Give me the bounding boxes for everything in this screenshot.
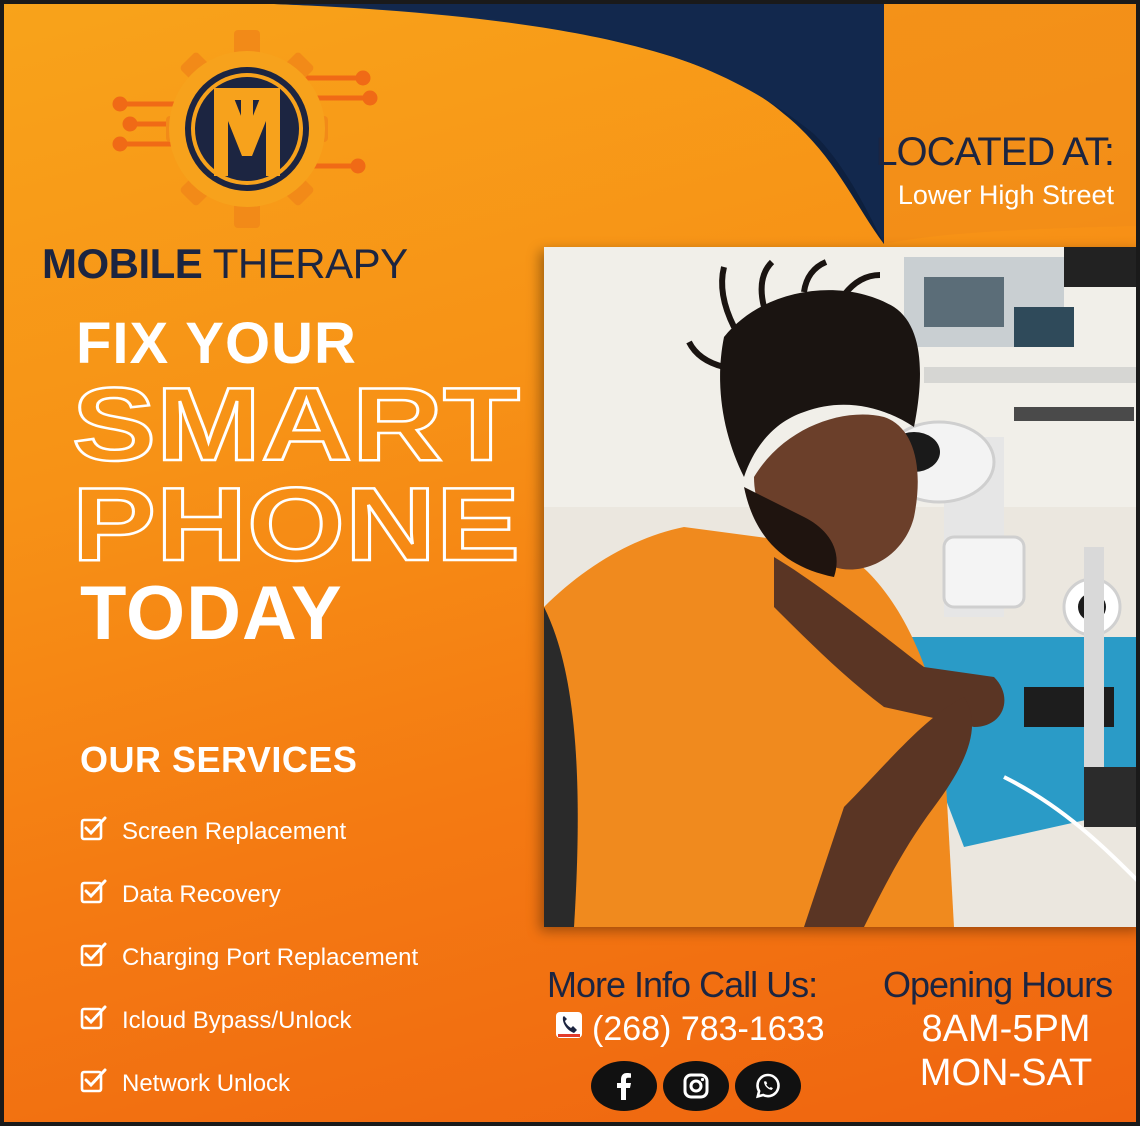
hours-time: 8AM-5PM [921,1008,1091,1050]
instagram-icon[interactable] [663,1061,729,1111]
headline-line-1: FIX YOUR [76,311,357,376]
gear-circuit-logo-icon [112,30,378,228]
brand-name-bold: MOBILE [42,240,203,287]
checkbox-checked-icon [80,941,108,974]
service-label: Charging Port Replacement [122,943,419,971]
headline-line-3: PHONE [72,467,520,576]
phone-row[interactable]: (268) 783-1633 [554,1010,825,1049]
service-label: Icloud Bypass/Unlock [122,1006,352,1034]
service-label: Network Unlock [122,1069,291,1097]
checkbox-checked-icon [80,815,108,848]
flyer: MOBILE THERAPY FIX YOUR SMART PHONE TODA… [0,0,1140,1126]
contact-title: More Info Call Us: [547,964,818,1005]
service-item: Icloud Bypass/Unlock [80,1004,351,1037]
headline-outline: SMART PHONE [71,376,522,576]
headline-line-4: TODAY [80,571,343,656]
checkbox-checked-icon [80,1067,108,1100]
checkbox-checked-icon [80,1004,108,1037]
location-title: LOCATED AT: [875,130,1115,174]
service-item: Data Recovery [80,878,281,911]
service-label: Data Recovery [122,880,281,908]
whatsapp-icon[interactable] [735,1061,801,1111]
service-item: Charging Port Replacement [80,941,418,974]
location-address: Lower High Street [897,180,1114,210]
hours-days: MON-SAT [919,1052,1093,1094]
technician-photo [544,247,1136,927]
hours-title: Opening Hours [883,964,1113,1005]
services-title: OUR SERVICES [80,739,358,780]
service-label: Screen Replacement [122,817,347,845]
checkbox-checked-icon [80,878,108,911]
phone-number: (268) 783-1633 [592,1010,825,1048]
phone-icon [554,1010,584,1049]
brand-name-light: THERAPY [202,240,408,287]
brand-name: MOBILE THERAPY [42,240,408,288]
service-item: Screen Replacement [80,815,346,848]
facebook-icon[interactable] [591,1061,657,1111]
service-item: Network Unlock [80,1067,290,1100]
